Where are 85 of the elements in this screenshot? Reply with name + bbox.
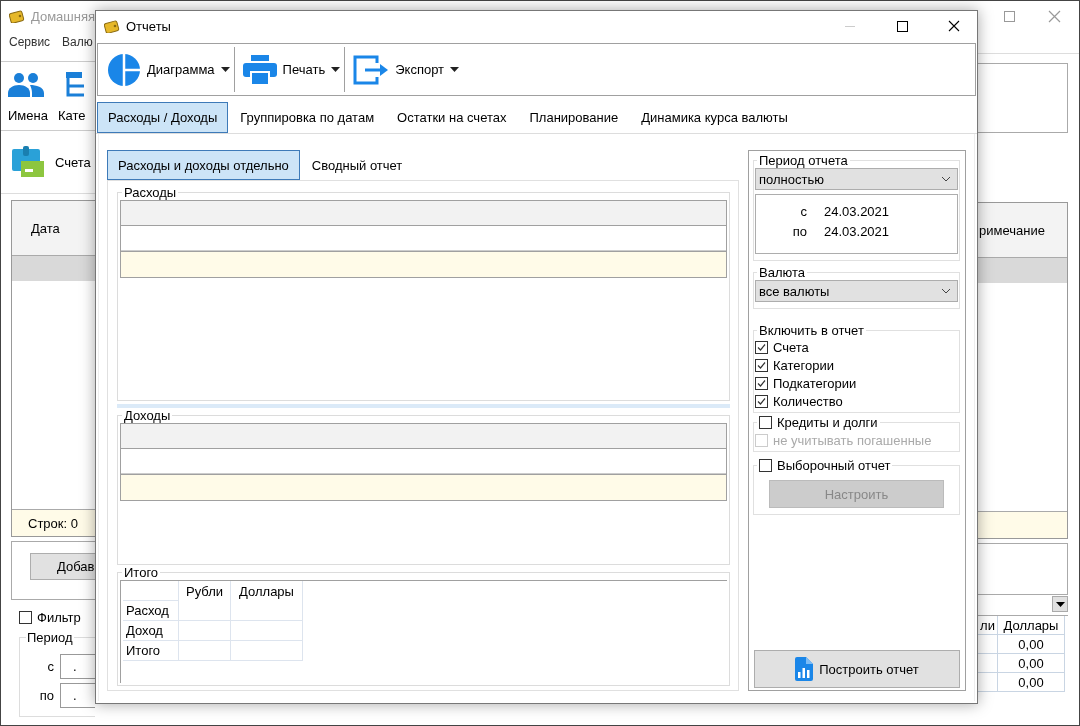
wallet-icon xyxy=(9,9,25,23)
caret-icon[interactable] xyxy=(220,67,230,72)
date-field[interactable]: . xyxy=(60,654,95,679)
table-cell xyxy=(179,601,231,621)
build-report-button[interactable]: Построить отчет xyxy=(754,650,960,688)
date-range-box: с 24.03.2021 по 24.03.2021 xyxy=(755,194,958,254)
table-cell xyxy=(179,641,231,661)
checkbox[interactable] xyxy=(19,611,32,624)
date-field[interactable]: . xyxy=(60,683,95,708)
caret-icon[interactable] xyxy=(450,67,460,72)
checkbox[interactable] xyxy=(755,340,768,354)
table-cell xyxy=(123,581,179,601)
table-cell xyxy=(231,641,303,661)
checkbox-label[interactable]: Категории xyxy=(773,357,834,373)
checkbox[interactable] xyxy=(755,376,768,390)
report-icon xyxy=(795,657,814,681)
chevron-down-icon xyxy=(941,176,951,182)
tab[interactable]: Расходы / Доходы xyxy=(97,102,229,133)
group-title: Доходы xyxy=(123,408,172,423)
field-label: по xyxy=(38,688,55,703)
table-cell xyxy=(179,621,231,641)
configure-button: Настроить xyxy=(769,480,944,508)
tab[interactable]: Динамика курса валюты xyxy=(630,102,799,133)
row-header: Доход xyxy=(123,621,179,641)
dropdown[interactable]: все валюты xyxy=(755,280,958,302)
printer-icon xyxy=(242,54,277,85)
group-title: Период отчета xyxy=(758,153,849,168)
accounts-label[interactable]: Счета xyxy=(55,154,91,170)
tab[interactable]: Группировка по датам xyxy=(229,102,386,133)
group-title: Итого xyxy=(123,565,160,580)
row-header: Итого xyxy=(123,641,179,661)
menu-item[interactable]: Валю xyxy=(62,35,93,49)
column-header: Доллары xyxy=(998,616,1065,635)
table-cell: 0,00 xyxy=(998,673,1065,692)
checkbox-label[interactable]: Подкатегории xyxy=(773,375,857,391)
group-title: Валюта xyxy=(758,265,806,280)
wallet-icon xyxy=(104,19,120,33)
toolbar-button[interactable]: Печать xyxy=(242,44,332,95)
chevron-down-icon xyxy=(941,288,951,294)
column-header[interactable]: римечание xyxy=(979,222,1045,238)
checkbox[interactable] xyxy=(759,415,772,429)
menu-item[interactable]: Сервис xyxy=(9,35,51,49)
export-icon xyxy=(353,54,390,85)
add-button[interactable]: Добав xyxy=(30,553,95,580)
close-icon[interactable] xyxy=(948,20,960,32)
table-cell xyxy=(231,621,303,641)
checkbox-label[interactable]: Счета xyxy=(773,339,809,355)
people-icon[interactable] xyxy=(8,72,44,98)
filter-label: Фильтр xyxy=(37,610,81,625)
dropdown[interactable]: полностью xyxy=(755,168,958,190)
tab[interactable]: Планирование xyxy=(518,102,630,133)
row-header: Расход xyxy=(123,601,179,621)
toolbar-label[interactable]: Кате xyxy=(57,108,86,123)
dropdown-button[interactable] xyxy=(1052,596,1068,612)
pie-chart-icon xyxy=(107,52,141,87)
column-header: Рубли xyxy=(179,581,231,601)
maximize-icon[interactable] xyxy=(896,20,908,32)
toolbar-button[interactable]: Диаграмма xyxy=(107,44,221,95)
checkbox-label[interactable]: Выборочный отчет xyxy=(777,457,891,473)
caret-icon xyxy=(1055,601,1065,607)
group-title: Период xyxy=(26,630,74,645)
wallet-icon[interactable] xyxy=(11,145,45,179)
checkbox[interactable] xyxy=(759,458,772,472)
checkbox-label[interactable]: Кредиты и долги xyxy=(777,414,878,430)
checkbox-label[interactable]: Количество xyxy=(773,393,843,409)
window-title: Домашняя xyxy=(30,8,95,24)
tab[interactable]: Расходы и доходы отдельно xyxy=(107,150,300,180)
toolbar-button[interactable]: Экспорт xyxy=(353,44,451,95)
table-cell: 0,00 xyxy=(998,635,1065,654)
toolbar-label[interactable]: Имена xyxy=(8,108,48,123)
tab[interactable]: Остатки на счетах xyxy=(386,102,518,133)
checkbox-label: не учитывать погашенные xyxy=(773,432,932,448)
group-title: Включить в отчет xyxy=(758,323,865,338)
checkbox[interactable] xyxy=(755,394,768,408)
column-header: Доллары xyxy=(231,581,303,601)
column-header[interactable]: Дата xyxy=(31,220,60,236)
table-cell xyxy=(231,601,303,621)
table-cell: 0,00 xyxy=(998,654,1065,673)
group-title: Расходы xyxy=(123,185,178,200)
field-label: с xyxy=(46,659,55,674)
tab[interactable]: Сводный отчет xyxy=(300,150,414,180)
caret-icon[interactable] xyxy=(331,67,341,72)
window-title: Отчеты xyxy=(126,18,172,34)
row-count: Строк: 0 xyxy=(28,515,78,531)
checkbox[interactable] xyxy=(755,358,768,372)
